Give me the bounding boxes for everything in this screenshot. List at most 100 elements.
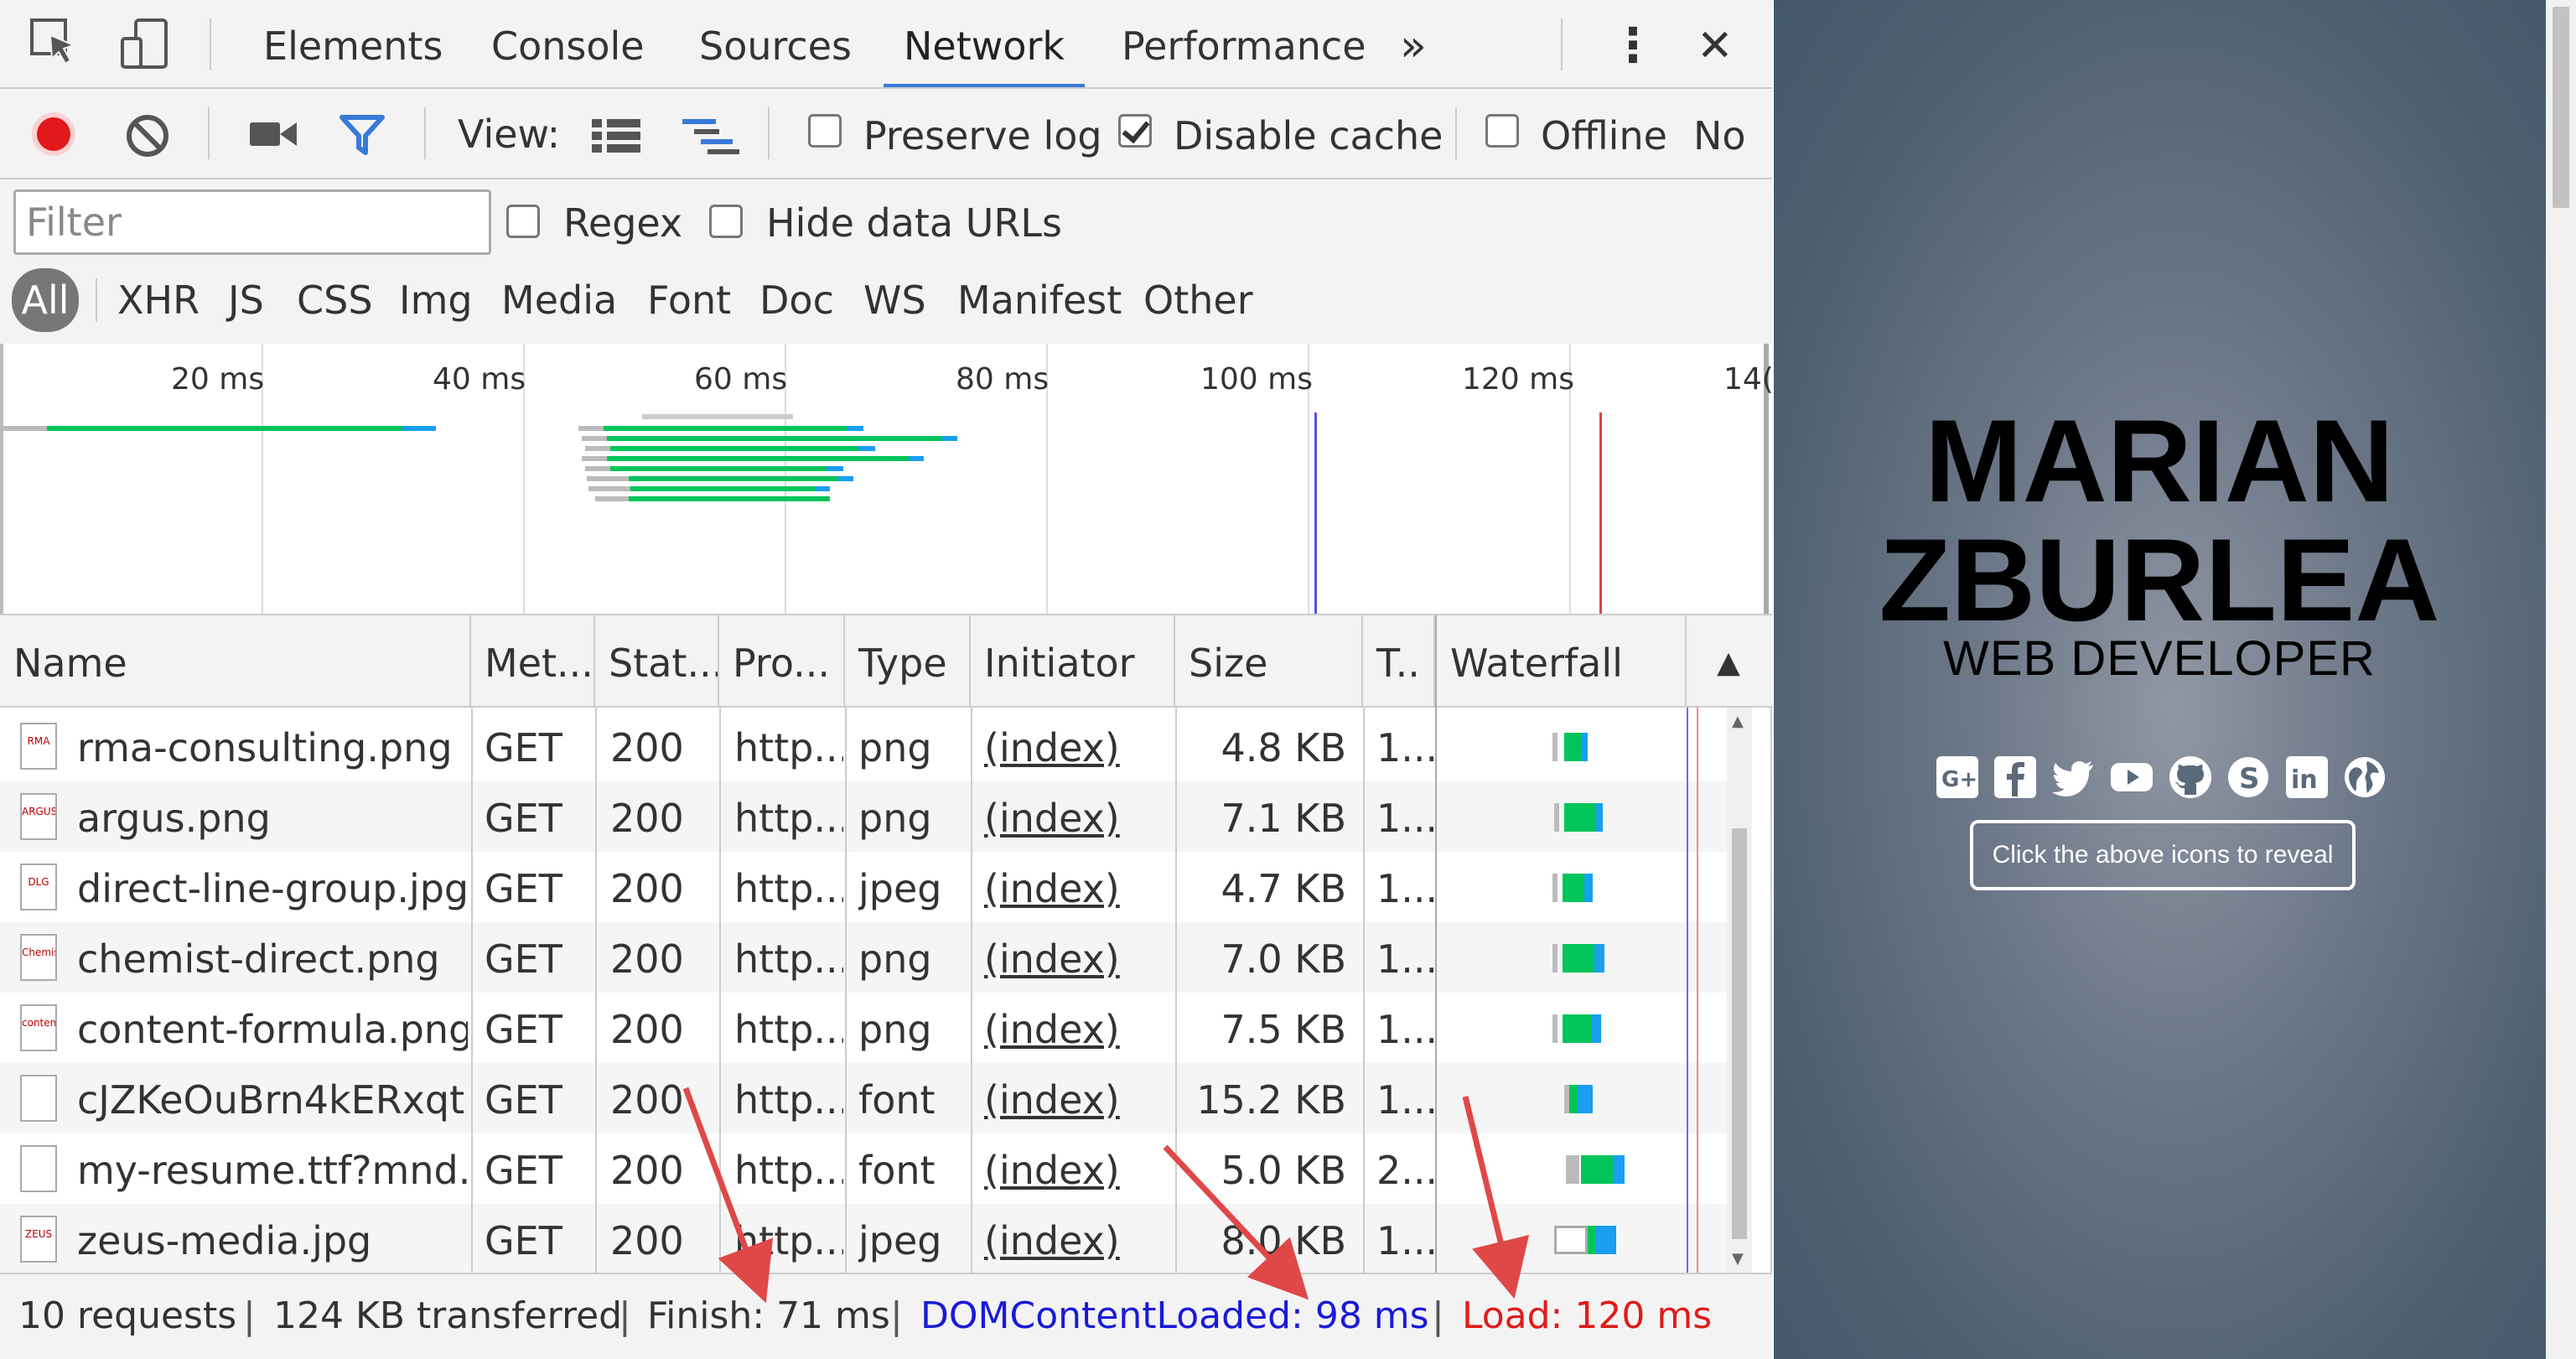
sort-ascending-icon[interactable]: ▲ xyxy=(1687,615,1770,708)
hide-data-urls-checkbox[interactable] xyxy=(709,205,743,238)
clear-icon[interactable] xyxy=(124,112,171,159)
table-row[interactable]: DLG direct-line-group.jpg GET 200 http... jpe… xyxy=(0,852,1727,922)
request-name[interactable]: rma-consulting.png xyxy=(77,711,468,781)
waterfall-queue-bar xyxy=(1552,944,1558,973)
request-size: 8.0 KB xyxy=(1221,1218,1347,1263)
column-header-name[interactable]: Name xyxy=(0,615,471,708)
request-name[interactable]: chemist-direct.png xyxy=(77,922,468,993)
record-icon[interactable] xyxy=(29,109,79,159)
filter-input[interactable] xyxy=(13,189,491,255)
type-filter-other[interactable]: Other xyxy=(1143,268,1253,332)
offline-checkbox[interactable] xyxy=(1485,114,1519,148)
reveal-contacts-button[interactable]: Click the above icons to reveal xyxy=(1970,820,2356,890)
table-row[interactable]: RMA rma-consulting.png GET 200 http... png (in… xyxy=(0,711,1727,781)
column-header-type[interactable]: Type xyxy=(845,615,971,708)
request-initiator-link[interactable]: (index) xyxy=(984,1133,1174,1204)
type-filter-ws[interactable]: WS xyxy=(863,268,926,332)
type-filter-xhr[interactable]: XHR xyxy=(117,268,200,332)
twitter-icon[interactable] xyxy=(2051,755,2097,800)
scroll-down-arrow-icon[interactable]: ▼ xyxy=(1732,1250,1744,1268)
screenshot-camera-icon[interactable] xyxy=(248,117,298,151)
kebab-menu-icon[interactable]: ⋮ xyxy=(1609,0,1656,87)
type-filter-media[interactable]: Media xyxy=(501,268,617,332)
google-plus-icon[interactable]: G+ xyxy=(1935,755,1980,800)
column-header-protocol[interactable]: Pro... xyxy=(719,615,845,708)
type-filter-js[interactable]: JS xyxy=(228,268,264,332)
github-icon[interactable] xyxy=(2168,755,2213,800)
close-devtools-icon[interactable]: ✕ xyxy=(1697,0,1734,87)
filter-icon[interactable] xyxy=(339,114,386,156)
preserve-log-checkbox[interactable] xyxy=(808,114,842,148)
request-time: 1... xyxy=(1376,1007,1433,1052)
tick-label: 20 ms xyxy=(171,362,265,397)
globe-icon[interactable] xyxy=(2342,755,2387,800)
facebook-icon[interactable] xyxy=(1993,755,2038,800)
column-header-size[interactable]: Size xyxy=(1175,615,1363,708)
type-filter-manifest[interactable]: Manifest xyxy=(957,268,1122,332)
requests-count: 10 requests xyxy=(18,1294,237,1337)
scroll-up-arrow-icon[interactable]: ▲ xyxy=(1732,713,1744,730)
table-row[interactable]: cJZKeOuBrn4kERxqt... GET 200 http... font (in… xyxy=(0,1063,1727,1133)
waterfall-download-bar xyxy=(1581,733,1588,761)
tick-label: 14( xyxy=(1723,362,1774,397)
network-overview-timeline[interactable]: 20 ms 40 ms 60 ms 80 ms 100 ms 120 ms 14… xyxy=(0,344,1774,615)
column-header-status[interactable]: Stat... xyxy=(595,615,719,708)
svg-text:G+: G+ xyxy=(1941,767,1977,792)
request-name[interactable]: zeus-media.jpg xyxy=(77,1204,468,1273)
waterfall-download-bar xyxy=(1596,803,1603,832)
throttling-select[interactable]: No xyxy=(1693,114,1746,158)
request-type: jpeg xyxy=(858,866,942,911)
request-name[interactable]: direct-line-group.jpg xyxy=(77,852,468,922)
request-initiator-link[interactable]: (index) xyxy=(984,993,1174,1063)
page-scrollbar-thumb[interactable] xyxy=(2553,7,2569,208)
tab-console[interactable]: Console xyxy=(491,0,645,87)
request-method: GET xyxy=(485,1007,562,1052)
table-row[interactable]: ZEUS zeus-media.jpg GET 200 http... jpeg (inde… xyxy=(0,1204,1727,1273)
tab-elements[interactable]: Elements xyxy=(263,0,443,87)
column-header-waterfall[interactable]: Waterfall xyxy=(1435,615,1687,708)
type-filter-css[interactable]: CSS xyxy=(297,268,373,332)
tab-sources[interactable]: Sources xyxy=(699,0,852,87)
overview-waterfall-icon[interactable] xyxy=(682,116,741,158)
inspect-element-icon[interactable] xyxy=(29,17,82,70)
request-name[interactable]: argus.png xyxy=(77,781,468,852)
request-initiator-link[interactable]: (index) xyxy=(984,1204,1174,1273)
type-filter-img[interactable]: Img xyxy=(399,268,473,332)
request-initiator-link[interactable]: (index) xyxy=(984,711,1174,781)
request-initiator-link[interactable]: (index) xyxy=(984,1063,1174,1133)
tick-label: 120 ms xyxy=(1462,362,1574,397)
request-name[interactable]: cJZKeOuBrn4kERxqt... xyxy=(77,1063,468,1133)
table-row[interactable]: Chemist Direct chemist-direct.png GET 200 ht… xyxy=(0,922,1727,993)
skype-icon[interactable]: S xyxy=(2226,755,2271,800)
youtube-icon[interactable] xyxy=(2109,755,2154,800)
device-toolbar-icon[interactable] xyxy=(117,17,171,70)
finish-time: Finish: 71 ms xyxy=(647,1294,890,1337)
request-initiator-link[interactable]: (index) xyxy=(984,922,1174,993)
type-filter-font[interactable]: Font xyxy=(647,268,731,332)
tab-performance[interactable]: Performance xyxy=(1122,0,1366,87)
large-rows-icon[interactable] xyxy=(592,117,640,154)
request-name[interactable]: content-formula.png xyxy=(77,993,468,1063)
type-filter-doc[interactable]: Doc xyxy=(759,268,834,332)
tab-network[interactable]: Network xyxy=(883,0,1086,87)
request-initiator-link[interactable]: (index) xyxy=(984,781,1174,852)
request-initiator-link[interactable]: (index) xyxy=(984,852,1174,922)
disable-cache-checkbox[interactable] xyxy=(1118,114,1152,148)
preserve-log-label: Preserve log xyxy=(863,113,1102,158)
column-header-initiator[interactable]: Initiator xyxy=(971,615,1175,708)
request-name[interactable]: my-resume.ttf?mnd... xyxy=(77,1133,468,1204)
table-row[interactable]: ARGUS argus.png GET 200 http... png (index) 7.1… xyxy=(0,781,1727,852)
more-tabs-icon[interactable]: » xyxy=(1400,0,1427,87)
table-row[interactable]: my-resume.ttf?mnd... GET 200 http... font (in… xyxy=(0,1133,1727,1204)
column-header-time[interactable]: T.. xyxy=(1363,615,1435,708)
network-status-bar: 10 requests | 124 KB transferred | Finis… xyxy=(0,1273,1772,1359)
table-scrollbar-thumb[interactable] xyxy=(1732,828,1747,1239)
table-scrollbar[interactable]: ▲ ▼ xyxy=(1727,708,1752,1273)
linkedin-icon[interactable]: in xyxy=(2284,755,2330,800)
regex-checkbox[interactable] xyxy=(506,205,540,238)
type-filter-all[interactable]: All xyxy=(12,268,79,332)
content-formula-logo-icon: content formula xyxy=(20,1004,57,1051)
column-header-method[interactable]: Met... xyxy=(471,615,595,708)
table-row[interactable]: content formula content-formula.png GET 200… xyxy=(0,993,1727,1063)
page-scrollbar[interactable] xyxy=(2546,0,2576,1359)
